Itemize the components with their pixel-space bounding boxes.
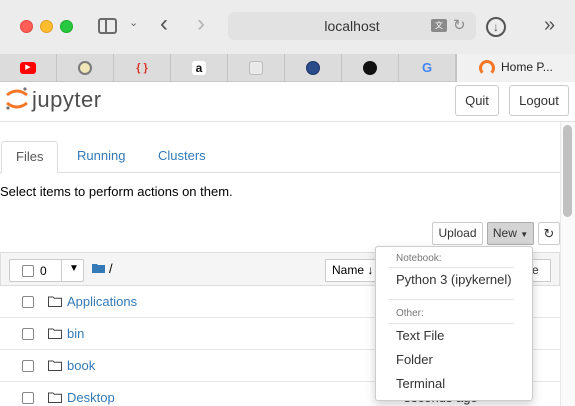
refresh-icon: ↻ — [543, 226, 555, 241]
tab-home[interactable]: Home P... — [456, 54, 575, 82]
caret-down-icon[interactable]: ▼ — [69, 263, 79, 274]
back-icon[interactable]: ‹ — [160, 12, 168, 36]
caret-down-icon: ▼ — [520, 230, 529, 239]
select-all-checkbox[interactable] — [22, 265, 34, 277]
notebook-section-header: Notebook: — [396, 253, 442, 264]
tab-amazon[interactable]: a — [171, 54, 228, 82]
sidebar-toggle-icon[interactable] — [98, 18, 117, 34]
folder-icon[interactable] — [92, 263, 105, 273]
google-icon: G — [421, 60, 433, 75]
menu-divider — [388, 323, 514, 324]
row-checkbox[interactable] — [22, 296, 34, 308]
braces-icon: { } — [136, 62, 148, 74]
tab-clusters[interactable]: Clusters — [144, 141, 220, 173]
refresh-button[interactable]: ↻ — [538, 222, 560, 245]
file-name-link[interactable]: book — [67, 358, 95, 373]
new-dropdown-menu: Notebook: Python 3 (ipykernel) Other: Te… — [375, 246, 533, 401]
browser-tab-bar: ▶ { } a G Home P... — [0, 54, 575, 82]
tab-pinwheel[interactable] — [57, 54, 114, 82]
tab-box[interactable] — [228, 54, 285, 82]
address-bar[interactable]: localhost 文 ↻ — [228, 12, 476, 40]
row-checkbox[interactable] — [22, 360, 34, 372]
breadcrumb-root[interactable]: / — [109, 261, 113, 276]
tab-github[interactable] — [342, 54, 399, 82]
new-folder[interactable]: Folder — [396, 352, 433, 367]
download-icon[interactable]: ↓ — [486, 17, 506, 37]
folder-icon — [48, 360, 62, 371]
pinwheel-icon — [78, 61, 92, 75]
tab-youtube[interactable]: ▶ — [0, 54, 57, 82]
forward-icon[interactable]: › — [197, 12, 205, 36]
upload-button[interactable]: Upload — [432, 222, 483, 245]
row-checkbox[interactable] — [22, 328, 34, 340]
tab-braces[interactable]: { } — [114, 54, 171, 82]
new-button-label: New — [492, 226, 517, 240]
selection-hint: Select items to perform actions on them. — [0, 184, 233, 199]
quit-button[interactable]: Quit — [455, 85, 499, 116]
more-tabs-icon[interactable]: » — [544, 14, 555, 37]
github-icon — [363, 61, 377, 75]
folder-icon — [48, 328, 62, 339]
file-name-link[interactable]: Applications — [67, 294, 137, 309]
new-button[interactable]: New ▼ — [487, 222, 534, 245]
jupyter-header: jupyter Quit Logout — [0, 82, 575, 122]
box-icon — [249, 61, 263, 75]
minimize-window-button[interactable] — [40, 20, 53, 33]
translate-icon[interactable]: 文 — [431, 19, 447, 32]
folder-icon — [48, 296, 62, 307]
new-terminal[interactable]: Terminal — [396, 376, 445, 391]
tab-globe[interactable] — [285, 54, 342, 82]
tab-running[interactable]: Running — [63, 141, 139, 173]
reload-icon[interactable]: ↻ — [453, 16, 466, 34]
tab-google[interactable]: G — [399, 54, 456, 82]
dashboard-tabs: Files Running Clusters — [0, 141, 560, 174]
jupyter-favicon-icon — [479, 60, 495, 76]
globe-seal-icon — [306, 61, 320, 75]
chevron-down-icon[interactable]: ⌄ — [129, 16, 138, 29]
selected-count: 0 — [40, 264, 47, 278]
select-all-control[interactable]: 0 ▼ — [9, 259, 84, 282]
select-divider — [61, 260, 62, 281]
tab-files[interactable]: Files — [1, 141, 59, 174]
other-section-header: Other: — [396, 308, 424, 319]
new-text-file[interactable]: Text File — [396, 328, 444, 343]
page-scrollbar-thumb[interactable] — [563, 125, 572, 217]
file-name-link[interactable]: Desktop — [67, 390, 115, 405]
amazon-icon: a — [192, 61, 206, 75]
file-name-link[interactable]: bin — [67, 326, 84, 341]
sort-by-name-button[interactable]: Name ↓ — [325, 259, 381, 282]
jupyter-logo-icon — [6, 87, 28, 110]
new-python3-notebook[interactable]: Python 3 (ipykernel) — [396, 272, 512, 287]
row-checkbox[interactable] — [22, 392, 34, 404]
zoom-window-button[interactable] — [60, 20, 73, 33]
menu-divider — [388, 267, 514, 268]
youtube-icon: ▶ — [20, 62, 36, 74]
jupyter-logo-text: jupyter — [32, 87, 102, 112]
sort-name-label: Name — [332, 263, 365, 277]
close-window-button[interactable] — [20, 20, 33, 33]
logout-button[interactable]: Logout — [509, 85, 569, 116]
folder-icon — [48, 392, 62, 403]
browser-toolbar: ⌄ ‹ › localhost 文 ↻ ↓ » — [0, 0, 575, 54]
active-tab-label: Home P... — [501, 60, 553, 74]
arrow-down-icon: ↓ — [367, 263, 374, 277]
menu-divider — [388, 299, 514, 300]
